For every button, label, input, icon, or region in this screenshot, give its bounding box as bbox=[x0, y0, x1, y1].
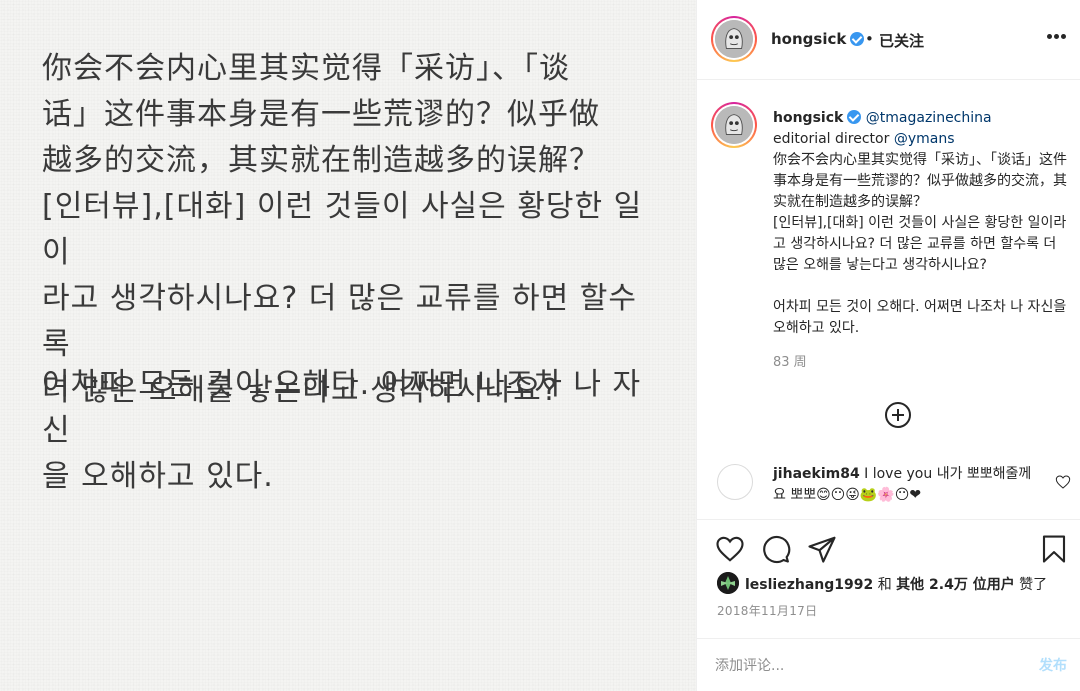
share-paper-plane-icon[interactable] bbox=[807, 534, 837, 564]
avatar[interactable] bbox=[717, 572, 739, 594]
caption-role: editorial director bbox=[773, 131, 894, 147]
bookmark-icon[interactable] bbox=[1039, 534, 1069, 564]
comment-bubble-icon[interactable] bbox=[761, 534, 791, 564]
post-header: hongsick • 已关注 bbox=[697, 0, 1080, 80]
caption-body: hongsick @tmagazinechina editorial direc… bbox=[773, 108, 1069, 339]
likes-suffix: 赞了 bbox=[1014, 577, 1048, 593]
caption-avatar[interactable] bbox=[711, 102, 757, 148]
post-sidebar: hongsick • 已关注 hongsick @tmagazinechina … bbox=[696, 0, 1080, 691]
post-date: 2018年11月17日 bbox=[717, 604, 818, 618]
avatar-illustration-icon bbox=[715, 20, 753, 58]
more-options-icon[interactable] bbox=[1047, 34, 1067, 40]
header-username[interactable]: hongsick bbox=[771, 30, 865, 48]
avatar[interactable] bbox=[717, 464, 753, 500]
verified-badge-icon bbox=[850, 32, 865, 46]
comment-input[interactable]: 添加评论... bbox=[715, 655, 784, 675]
comment-text: jihaekim84 I love you 내가 뽀뽀해줄께요 뽀뽀😊😶😜🐸🌸😶… bbox=[773, 464, 1043, 506]
post-image-text-2: 어차피 모든 것이 오해다. 어쩌면 나조차 나 자신 을 오해하고 있다. bbox=[42, 367, 642, 494]
likes-and: 和 bbox=[873, 577, 897, 593]
avatar-illustration-icon bbox=[715, 106, 753, 144]
comment-like-icon[interactable] bbox=[1055, 474, 1071, 490]
liker-avatar-icon bbox=[717, 572, 739, 594]
add-comment-bar: 添加评论... 发布 bbox=[697, 638, 1080, 691]
caption-timestamp: 83 周 bbox=[773, 355, 807, 370]
post-image-text-1: 你会不会内心里其实觉得「采访」、「谈 话」这件事本身是有一些荒谬的？似乎做 越多… bbox=[42, 51, 643, 408]
comment-item: jihaekim84 I love you 내가 뽀뽀해줄께요 뽀뽀😊😶😜🐸🌸😶… bbox=[697, 462, 1080, 518]
verified-badge-icon bbox=[847, 110, 862, 124]
following-button[interactable]: 已关注 bbox=[879, 30, 924, 51]
mention-link[interactable]: @ymans bbox=[894, 131, 955, 147]
caption-text: 你会不会内心里其实觉得「采访」、「谈话」这件事本身是有一些荒谬的？似乎做越多的交… bbox=[773, 152, 1067, 336]
publish-button[interactable]: 发布 bbox=[1039, 655, 1067, 675]
caption-username[interactable]: hongsick bbox=[773, 110, 843, 126]
like-heart-icon[interactable] bbox=[715, 534, 745, 564]
separator-dot: • bbox=[865, 30, 874, 48]
likes-others-link[interactable]: 其他 2.4万 位用户 bbox=[896, 577, 1015, 593]
avatar[interactable] bbox=[711, 16, 757, 62]
post-image[interactable]: 你会不会内心里其实觉得「采访」、「谈 话」这件事本身是有一些荒谬的？似乎做 越多… bbox=[0, 0, 696, 691]
comment-username[interactable]: jihaekim84 bbox=[773, 466, 860, 482]
mention-link[interactable]: @tmagazinechina bbox=[866, 110, 992, 126]
load-more-comments-icon[interactable] bbox=[885, 402, 911, 428]
liker-username[interactable]: lesliezhang1992 bbox=[745, 577, 873, 593]
